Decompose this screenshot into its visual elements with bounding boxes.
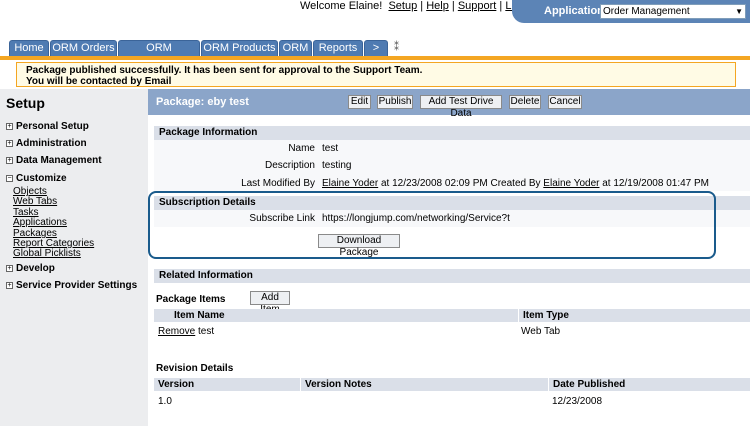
tab-more[interactable]: > [364, 40, 388, 56]
name-row [154, 140, 750, 157]
edit-button[interactable]: Edit [348, 95, 371, 109]
expand-icon[interactable]: + [6, 157, 13, 164]
delete-button[interactable]: Delete [509, 95, 541, 109]
description-value: testing [322, 160, 352, 171]
modified-at: at 12/23/2008 02:09 PM [380, 178, 488, 189]
name-value: test [322, 143, 339, 154]
page-title: Package: eby test [156, 96, 249, 108]
column-date-published: Date Published [549, 378, 750, 391]
item-name-cell: test [198, 326, 215, 337]
support-link[interactable]: Support [458, 0, 497, 12]
expand-icon[interactable]: + [6, 140, 13, 147]
expand-icon[interactable]: + [6, 265, 13, 272]
related-info-header: Related Information [154, 269, 750, 283]
sidebar-section-label: Service Provider Settings [16, 280, 138, 291]
success-message: Package published successfully. It has b… [16, 62, 736, 87]
last-modified-label: Last Modified By [241, 178, 315, 189]
sidebar-section-label: Develop [16, 263, 55, 274]
sidebar-section-label: Administration [16, 138, 87, 149]
customize-tabs-icon[interactable]: ⁑ [394, 42, 399, 53]
column-item-type: Item Type [519, 309, 750, 322]
name-label: Name [288, 143, 315, 154]
sidebar-section-label: Customize [16, 173, 67, 184]
sidebar-section-customize[interactable]: − Customize [6, 173, 67, 184]
created-by-link[interactable]: Elaine Yoder [543, 178, 599, 189]
success-message-line2: You will be contacted by Email [26, 76, 172, 87]
welcome-text: Welcome Elaine! [300, 0, 383, 12]
applications-select-value: Order Management [603, 6, 690, 17]
tab-underline [0, 56, 750, 60]
subscription-highlight [148, 191, 716, 259]
sidebar-section-label: Personal Setup [16, 121, 89, 132]
package-items-label: Package Items [156, 294, 226, 305]
tab-orm-products[interactable]: ORM Products [201, 40, 278, 56]
sidebar-title: Setup [6, 95, 45, 111]
created-at: at 12/19/2008 01:47 PM [602, 178, 709, 189]
modified-info: Elaine Yoder at 12/23/2008 02:09 PM Crea… [322, 178, 709, 189]
top-bar: Welcome Elaine! Setup | Help | Support |… [0, 0, 750, 36]
sidebar-item-applications[interactable]: Applications [13, 217, 67, 228]
tab-bar: Home ORM Orders ORM Customers ORM Produc… [0, 38, 750, 69]
description-label: Description [264, 160, 315, 171]
cancel-button[interactable]: Cancel [548, 95, 582, 109]
remove-link[interactable]: Remove [158, 326, 195, 337]
created-by-label: Created By [490, 178, 541, 189]
sidebar-item-web-tabs[interactable]: Web Tabs [13, 196, 57, 207]
add-test-drive-data-button[interactable]: Add Test Drive Data [420, 95, 502, 119]
chevron-down-icon: ▼ [735, 7, 743, 16]
package-info-header: Package Information [154, 126, 750, 140]
revision-details-label: Revision Details [156, 363, 234, 374]
applications-panel: Applications: Order Management ▼ [512, 0, 750, 23]
success-message-line1: Package published successfully. It has b… [26, 65, 423, 76]
add-item-button[interactable]: Add Item [250, 291, 290, 315]
version-cell: 1.0 [158, 396, 172, 407]
sidebar-section-personal-setup[interactable]: + Personal Setup [6, 121, 89, 132]
column-item-name: Item Name [154, 309, 518, 322]
package-header: Package: eby test Edit Publish Add Test … [148, 89, 750, 119]
tab-reports[interactable]: Reports [313, 40, 363, 56]
tab-orm-orders[interactable]: ORM Orders [50, 40, 117, 56]
help-link[interactable]: Help [426, 0, 449, 12]
setup-sidebar: Setup + Personal Setup + Administration + D… [0, 89, 148, 426]
modified-by-link[interactable]: Elaine Yoder [322, 178, 378, 189]
tab-orm[interactable]: ORM [279, 40, 312, 56]
sidebar-section-develop[interactable]: + Develop [6, 263, 55, 274]
date-published-cell: 12/23/2008 [552, 396, 603, 407]
applications-select[interactable]: Order Management ▼ [600, 4, 746, 19]
publish-button[interactable]: Publish [377, 95, 413, 109]
expand-icon[interactable]: + [6, 282, 13, 289]
expand-icon[interactable]: + [6, 123, 13, 130]
column-version-notes: Version Notes [301, 378, 548, 391]
sidebar-section-service-provider[interactable]: + Service Provider Settings [6, 280, 137, 291]
item-type-cell: Web Tab [521, 326, 561, 337]
collapse-icon[interactable]: − [6, 175, 13, 182]
tab-home[interactable]: Home [9, 40, 49, 56]
sidebar-item-global-picklists[interactable]: Global Picklists [13, 248, 81, 259]
tab-orm-customers[interactable]: ORM Customers [118, 40, 200, 69]
sidebar-section-label: Data Management [16, 155, 102, 166]
sidebar-section-data-management[interactable]: + Data Management [6, 155, 102, 166]
setup-link[interactable]: Setup [388, 0, 417, 12]
sidebar-section-administration[interactable]: + Administration [6, 138, 87, 149]
column-version: Version [154, 378, 300, 391]
welcome-area: Welcome Elaine! Setup | Help | Support |… [300, 0, 539, 12]
